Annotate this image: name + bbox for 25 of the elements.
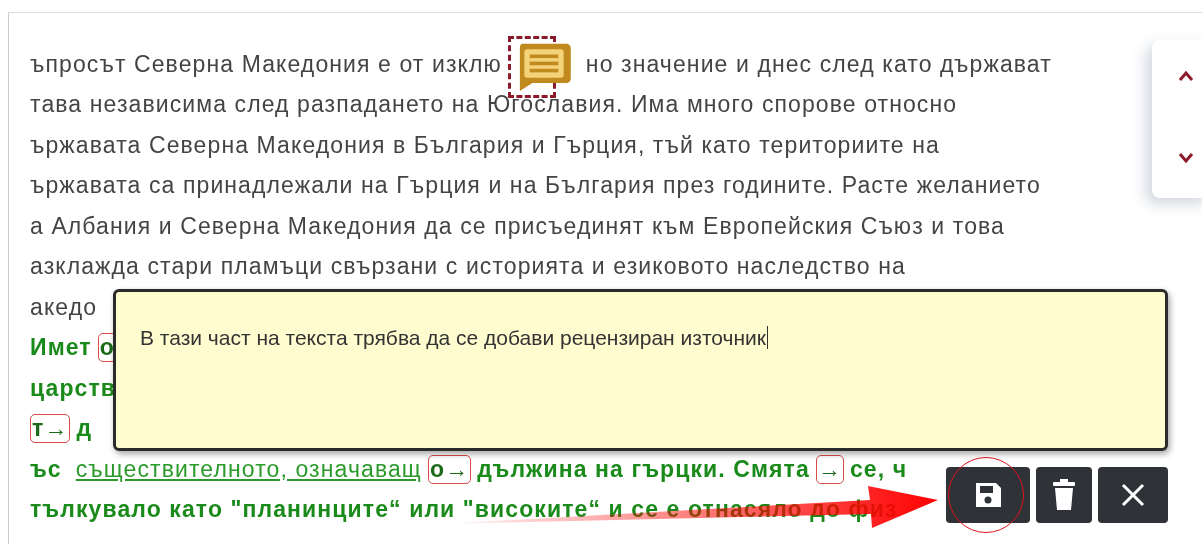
paragraph-text: ъпросът Северна Македония е от изклю [30, 50, 502, 78]
paragraph-text: ъс [30, 455, 62, 483]
paragraph-text: акедо [30, 293, 98, 321]
text-link[interactable]: съществителното, означаващ [75, 455, 422, 483]
chevron-down-icon[interactable] [1178, 152, 1194, 164]
close-button[interactable] [1098, 467, 1168, 523]
chevron-up-icon[interactable] [1178, 70, 1194, 82]
paragraph-text: а Албания и Северна Македония да се присъединят към Европейския Съюз и това [30, 212, 1005, 240]
paragraph-text: ържавата Северна Македония в България и Гърция, тъй като териториите на [30, 131, 940, 159]
paragraph-text: се, ч [849, 455, 908, 483]
paragraph-text: азклажда стари пламъци свързани с историята и езиковото наследство на [30, 253, 906, 281]
paragraph-text: тава независима след разпадането на Югославия. Има много спорове относно [30, 91, 958, 119]
close-icon [1120, 482, 1146, 508]
change-mark[interactable]: т→ [30, 414, 71, 444]
change-mark[interactable]: о→ [427, 454, 472, 484]
comment-field[interactable]: В тази част на текста трябва да се добави рецензиран източник [113, 289, 1168, 451]
delete-button[interactable] [1036, 467, 1092, 523]
paragraph-text: Имет [30, 334, 92, 362]
paragraph-text: д [76, 415, 93, 443]
trash-icon [1052, 479, 1076, 511]
change-mark[interactable]: → [815, 454, 844, 484]
paragraph-text: ържавата са принадлежали на Гърция и на България през годините. Расте желанието [30, 172, 1041, 200]
save-button[interactable] [946, 467, 1030, 523]
paragraph-text: дължина на гърцки. Смята [477, 455, 810, 483]
paragraph-text: но значение и днес след като държават [585, 50, 1052, 78]
